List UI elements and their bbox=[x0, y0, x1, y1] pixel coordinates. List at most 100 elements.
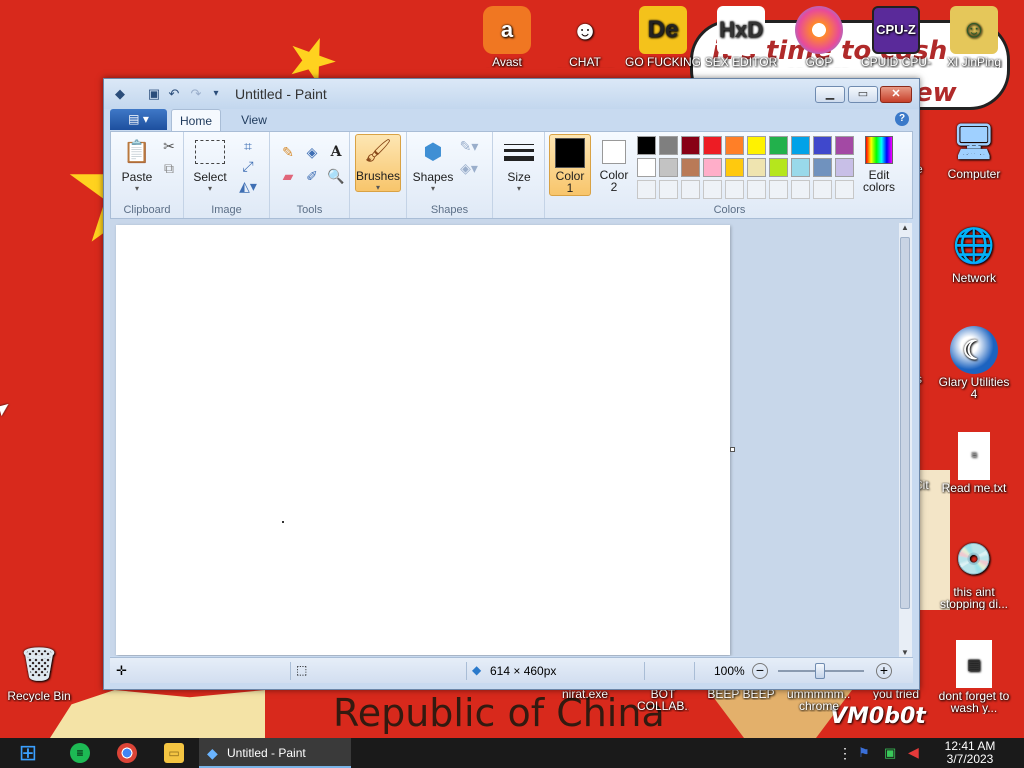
eraser-icon[interactable]: ▰ bbox=[278, 166, 298, 186]
paint-window[interactable]: ◆ ▣ ↶ ↷ ▾ Untitled - Paint ▁ ▭ ✕ ▤ ▾ Hom… bbox=[103, 78, 920, 690]
palette-swatch-custom[interactable] bbox=[725, 180, 744, 199]
palette-swatch-custom[interactable] bbox=[659, 180, 678, 199]
desktop-icon-gop-browser[interactable]: GOP BROWSER bbox=[781, 6, 857, 68]
cut-icon[interactable]: ✂ bbox=[159, 136, 179, 156]
palette-swatch[interactable] bbox=[725, 136, 744, 155]
select-button[interactable]: Select ▾ bbox=[190, 136, 230, 193]
palette-swatch[interactable] bbox=[835, 158, 854, 177]
resize-handle[interactable] bbox=[730, 447, 735, 452]
palette-swatch[interactable] bbox=[637, 136, 656, 155]
palette-swatch[interactable] bbox=[791, 158, 810, 177]
palette-swatch[interactable] bbox=[681, 158, 700, 177]
volume-muted-icon[interactable]: ◀ bbox=[908, 744, 919, 761]
shape-fill-icon[interactable]: ◈▾ bbox=[459, 158, 479, 178]
palette-swatch-custom[interactable] bbox=[813, 180, 832, 199]
paste-button[interactable]: 📋 Paste ▾ bbox=[117, 136, 157, 193]
spotify-icon[interactable]: ≡ bbox=[70, 743, 90, 763]
shapes-button[interactable]: ⬢ Shapes ▾ bbox=[412, 136, 454, 193]
desktop-icon-installer[interactable]: 💿 this aint stopping di... bbox=[936, 536, 1012, 611]
palette-swatch[interactable] bbox=[747, 136, 766, 155]
tab-view[interactable]: View bbox=[230, 109, 278, 131]
fill-icon[interactable]: ◈ bbox=[302, 142, 322, 162]
tray-overflow-icon[interactable]: ⋮ bbox=[838, 745, 852, 762]
desktop-icon-de[interactable]: De GO FUCKING DIE WHORE bbox=[625, 6, 701, 68]
palette-swatch-custom[interactable] bbox=[769, 180, 788, 199]
drawing-canvas[interactable] bbox=[116, 225, 730, 655]
outline-icon[interactable]: ✎▾ bbox=[459, 136, 479, 156]
redo-icon[interactable]: ↷ bbox=[188, 86, 204, 102]
palette-swatch[interactable] bbox=[835, 136, 854, 155]
palette-swatch[interactable] bbox=[813, 136, 832, 155]
crop-icon[interactable]: ⌗ bbox=[238, 136, 258, 156]
pencil-icon[interactable]: ✎ bbox=[278, 142, 298, 162]
palette-swatch-custom[interactable] bbox=[637, 180, 656, 199]
palette-swatch[interactable] bbox=[725, 158, 744, 177]
desktop-icon-chrome-file[interactable]: ummmmm... chrome bbox=[781, 688, 857, 712]
palette-swatch[interactable] bbox=[769, 136, 788, 155]
close-button[interactable]: ✕ bbox=[880, 86, 912, 103]
palette-swatch[interactable] bbox=[703, 158, 722, 177]
palette-swatch[interactable] bbox=[769, 158, 788, 177]
palette-swatch-custom[interactable] bbox=[681, 180, 700, 199]
palette-swatch[interactable] bbox=[791, 136, 810, 155]
action-center-flag-icon[interactable]: ⚑ bbox=[858, 745, 870, 761]
desktop-icon-readme[interactable]: ≡ Read me.txt bbox=[936, 432, 1012, 494]
color-picker-icon[interactable]: ✐ bbox=[302, 166, 322, 186]
taskbar-paint-button[interactable]: ◆ Untitled - Paint bbox=[199, 738, 351, 768]
desktop-icon-wash[interactable]: ▦ dont forget to wash y... bbox=[936, 640, 1012, 714]
clock[interactable]: 12:41 AM 3/7/2023 bbox=[934, 740, 1006, 766]
save-icon[interactable]: ▣ bbox=[146, 86, 162, 102]
desktop-icon-bot-collab[interactable]: BOT COLLAB... bbox=[625, 688, 701, 712]
tab-home[interactable]: Home bbox=[171, 109, 221, 131]
desktop-icon-xi[interactable]: ☺ XI JinPing bbox=[936, 6, 1012, 68]
undo-icon[interactable]: ↶ bbox=[166, 86, 182, 102]
desktop-icon-glary[interactable]: ☾ Glary Utilities 4 bbox=[936, 326, 1012, 400]
zoom-slider[interactable] bbox=[778, 663, 864, 679]
help-icon[interactable]: ? bbox=[895, 112, 909, 126]
scroll-thumb[interactable] bbox=[900, 237, 910, 609]
palette-swatch-custom[interactable] bbox=[703, 180, 722, 199]
resize-icon[interactable]: ⤢ bbox=[238, 156, 258, 176]
paint-app-icon[interactable]: ◆ bbox=[112, 86, 128, 102]
palette-swatch[interactable] bbox=[813, 158, 832, 177]
customize-qat-icon[interactable]: ▾ bbox=[208, 86, 224, 102]
desktop-icon-chat-support[interactable]: ☻ CHAT SUPPORT bbox=[547, 6, 623, 68]
color1-button[interactable]: Color 1 bbox=[549, 134, 591, 196]
vertical-scrollbar[interactable]: ▲ ▼ bbox=[899, 223, 912, 657]
text-icon[interactable]: A bbox=[326, 142, 346, 162]
desktop-icon-hxd[interactable]: HxD SEX EDITOR bbox=[703, 6, 779, 68]
palette-swatch-custom[interactable] bbox=[835, 180, 854, 199]
desktop-icon-cpuz[interactable]: CPU-Z CPUID CPU-Z bbox=[858, 6, 934, 68]
scroll-up-icon[interactable]: ▲ bbox=[901, 223, 909, 232]
maximize-button[interactable]: ▭ bbox=[848, 86, 878, 103]
palette-swatch[interactable] bbox=[747, 158, 766, 177]
magnifier-icon[interactable]: 🔍 bbox=[326, 166, 346, 186]
palette-swatch[interactable] bbox=[637, 158, 656, 177]
brushes-button[interactable]: 🖌 Brushes ▾ bbox=[355, 134, 401, 192]
palette-swatch[interactable] bbox=[659, 158, 678, 177]
start-button[interactable]: ⊞ bbox=[14, 741, 42, 765]
file-explorer-icon[interactable]: ▭ bbox=[164, 743, 184, 763]
zoom-out-button[interactable]: − bbox=[752, 663, 768, 679]
palette-swatch[interactable] bbox=[703, 136, 722, 155]
desktop-icon-computer[interactable]: 🖥 Computer bbox=[936, 118, 1012, 180]
network-tray-icon[interactable]: ▣ bbox=[884, 745, 896, 761]
palette-swatch-custom[interactable] bbox=[747, 180, 766, 199]
palette-swatch[interactable] bbox=[659, 136, 678, 155]
file-menu-button[interactable]: ▤ ▾ bbox=[110, 109, 167, 130]
size-button[interactable]: Size ▾ bbox=[499, 136, 539, 193]
minimize-button[interactable]: ▁ bbox=[815, 86, 845, 103]
rotate-icon[interactable]: ◭▾ bbox=[238, 176, 258, 196]
desktop-icon-avast[interactable]: a Avast Antivirus bbox=[469, 6, 545, 68]
title-bar[interactable]: ◆ ▣ ↶ ↷ ▾ Untitled - Paint ▁ ▭ ✕ bbox=[104, 79, 919, 109]
palette-swatch[interactable] bbox=[681, 136, 700, 155]
palette-swatch-custom[interactable] bbox=[791, 180, 810, 199]
chrome-icon[interactable] bbox=[117, 743, 137, 763]
zoom-slider-thumb[interactable] bbox=[815, 663, 825, 679]
zoom-in-button[interactable]: + bbox=[876, 663, 892, 679]
desktop-icon-recycle-bin[interactable]: 🗑 Recycle Bin bbox=[1, 640, 77, 702]
edit-colors-button[interactable]: Edit colors bbox=[857, 134, 901, 193]
desktop-icon-network[interactable]: 🌐 Network bbox=[936, 222, 1012, 284]
scroll-down-icon[interactable]: ▼ bbox=[901, 648, 909, 657]
color2-button[interactable]: Color 2 bbox=[595, 134, 633, 196]
